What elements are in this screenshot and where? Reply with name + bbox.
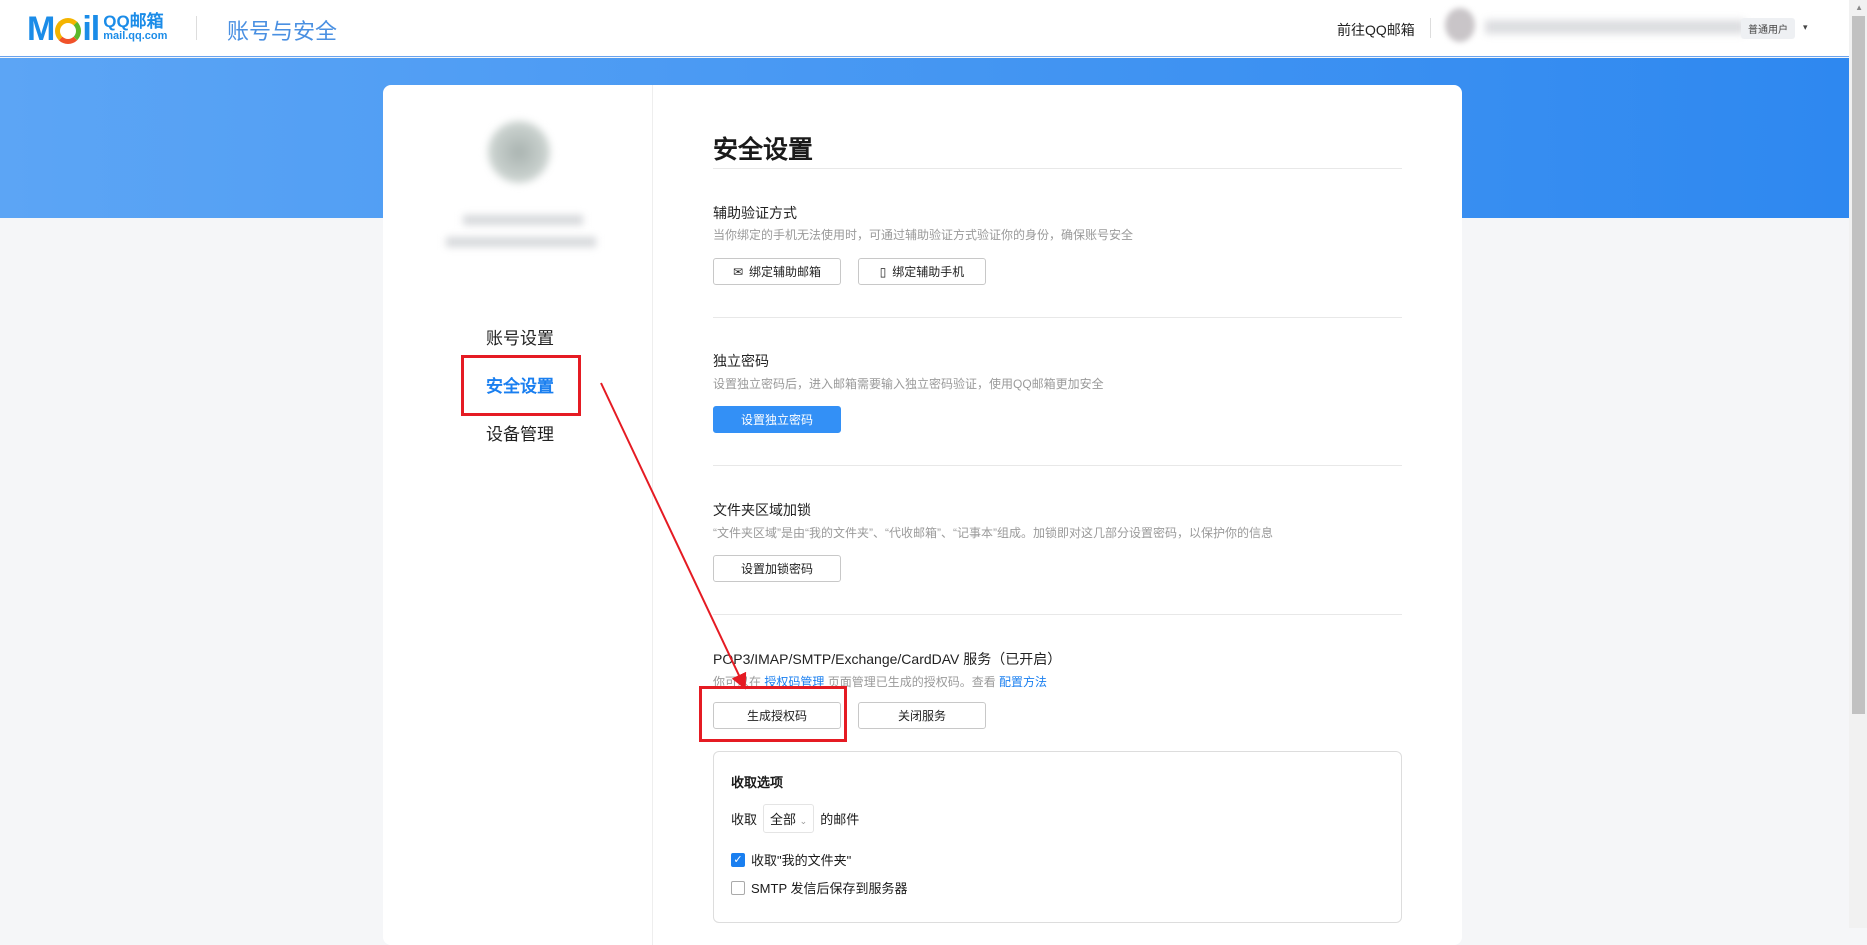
annotation-highlight-security — [461, 355, 581, 416]
scroll-up-icon[interactable]: ▲ — [1855, 3, 1863, 12]
goto-mail-link[interactable]: 前往QQ邮箱 — [1337, 20, 1415, 40]
page-header-title: 账号与安全 — [227, 19, 338, 44]
receive-range-select[interactable]: 全部 ⌄ — [763, 804, 815, 833]
qqmail-logo[interactable]: Mil QQ邮箱 mail.qq.com — [27, 12, 167, 46]
lock-desc: “文件夹区域”是由“我的文件夹”、“代收邮箱”、“记事本”组成。加锁即对这几部分… — [713, 526, 1273, 540]
pwd-desc: 设置独立密码后，进入邮箱需要输入独立密码验证，使用QQ邮箱更加安全 — [713, 377, 1104, 391]
set-independent-password-button[interactable]: 设置独立密码 — [713, 406, 841, 433]
checkbox-label: 收取"我的文件夹" — [751, 853, 852, 868]
divider — [196, 16, 197, 40]
top-header: Mil QQ邮箱 mail.qq.com 账号与安全 前往QQ邮箱 普通用户 ▾ — [0, 0, 1849, 57]
user-name-blurred — [463, 215, 583, 225]
logo-domain: mail.qq.com — [103, 30, 168, 42]
settings-card: 账号设置 安全设置 设备管理 安全设置 辅助验证方式 当你绑定的手机无法使用时，… — [383, 85, 1462, 945]
sidebar-item-devices[interactable]: 设备管理 — [486, 420, 554, 445]
label: 收取 — [731, 812, 758, 827]
select-value: 全部 — [770, 812, 797, 827]
aux-title: 辅助验证方式 — [713, 205, 797, 221]
checkbox-label: SMTP 发信后保存到服务器 — [751, 881, 908, 896]
receive-options-panel: 收取选项 收取 全部 ⌄ 的邮件 ✓ 收取"我的文件夹" SMTP 发信后保存到服务器 — [713, 751, 1402, 923]
pop-title: POP3/IMAP/SMTP/Exchange/CardDAV 服务（已开启） — [713, 651, 1062, 667]
divider — [713, 465, 1402, 466]
user-info-blurred — [1485, 20, 1745, 34]
set-lock-password-button[interactable]: 设置加锁密码 — [713, 555, 841, 582]
receive-options-title: 收取选项 — [731, 775, 784, 790]
config-method-link[interactable]: 配置方法 — [999, 675, 1047, 689]
user-email-blurred — [446, 237, 596, 247]
aux-desc: 当你绑定的手机无法使用时，可通过辅助验证方式验证你的身份，确保账号安全 — [713, 228, 1134, 242]
sidebar: 账号设置 安全设置 设备管理 — [383, 85, 653, 945]
user-menu-caret-icon[interactable]: ▾ — [1803, 22, 1808, 33]
button-label: 绑定辅助邮箱 — [749, 265, 822, 279]
scrollbar-thumb[interactable] — [1852, 16, 1865, 714]
receive-my-folders-checkbox[interactable]: ✓ — [731, 852, 745, 867]
desc-text: 页面管理已生成的授权码。查看 — [824, 675, 1000, 689]
avatar — [488, 121, 550, 183]
button-label: 绑定辅助手机 — [892, 265, 965, 279]
annotation-highlight-generate — [699, 686, 847, 742]
bind-aux-email-button[interactable]: ✉ 绑定辅助邮箱 — [713, 258, 841, 285]
scrollbar[interactable]: ▲ — [1849, 0, 1867, 928]
user-avatar[interactable] — [1445, 8, 1475, 42]
user-type-badge: 普通用户 — [1741, 18, 1795, 39]
label: 的邮件 — [820, 812, 860, 827]
mail-icon: ✉ — [732, 264, 744, 279]
page-title: 安全设置 — [713, 136, 814, 164]
logo-mark: Mil — [27, 10, 100, 48]
chevron-down-icon: ⌄ — [799, 816, 808, 826]
close-service-button[interactable]: 关闭服务 — [858, 702, 986, 729]
divider — [1430, 18, 1431, 38]
phone-icon: ▯ — [879, 264, 887, 279]
smtp-save-to-server-checkbox[interactable] — [731, 880, 745, 895]
lock-title: 文件夹区域加锁 — [713, 502, 811, 518]
pwd-title: 独立密码 — [713, 353, 769, 369]
bind-aux-phone-button[interactable]: ▯ 绑定辅助手机 — [858, 258, 986, 285]
divider — [713, 317, 1402, 318]
logo-brand: QQ邮箱 — [103, 12, 164, 31]
divider — [713, 168, 1402, 169]
divider — [713, 614, 1402, 615]
sidebar-item-account[interactable]: 账号设置 — [486, 324, 554, 349]
